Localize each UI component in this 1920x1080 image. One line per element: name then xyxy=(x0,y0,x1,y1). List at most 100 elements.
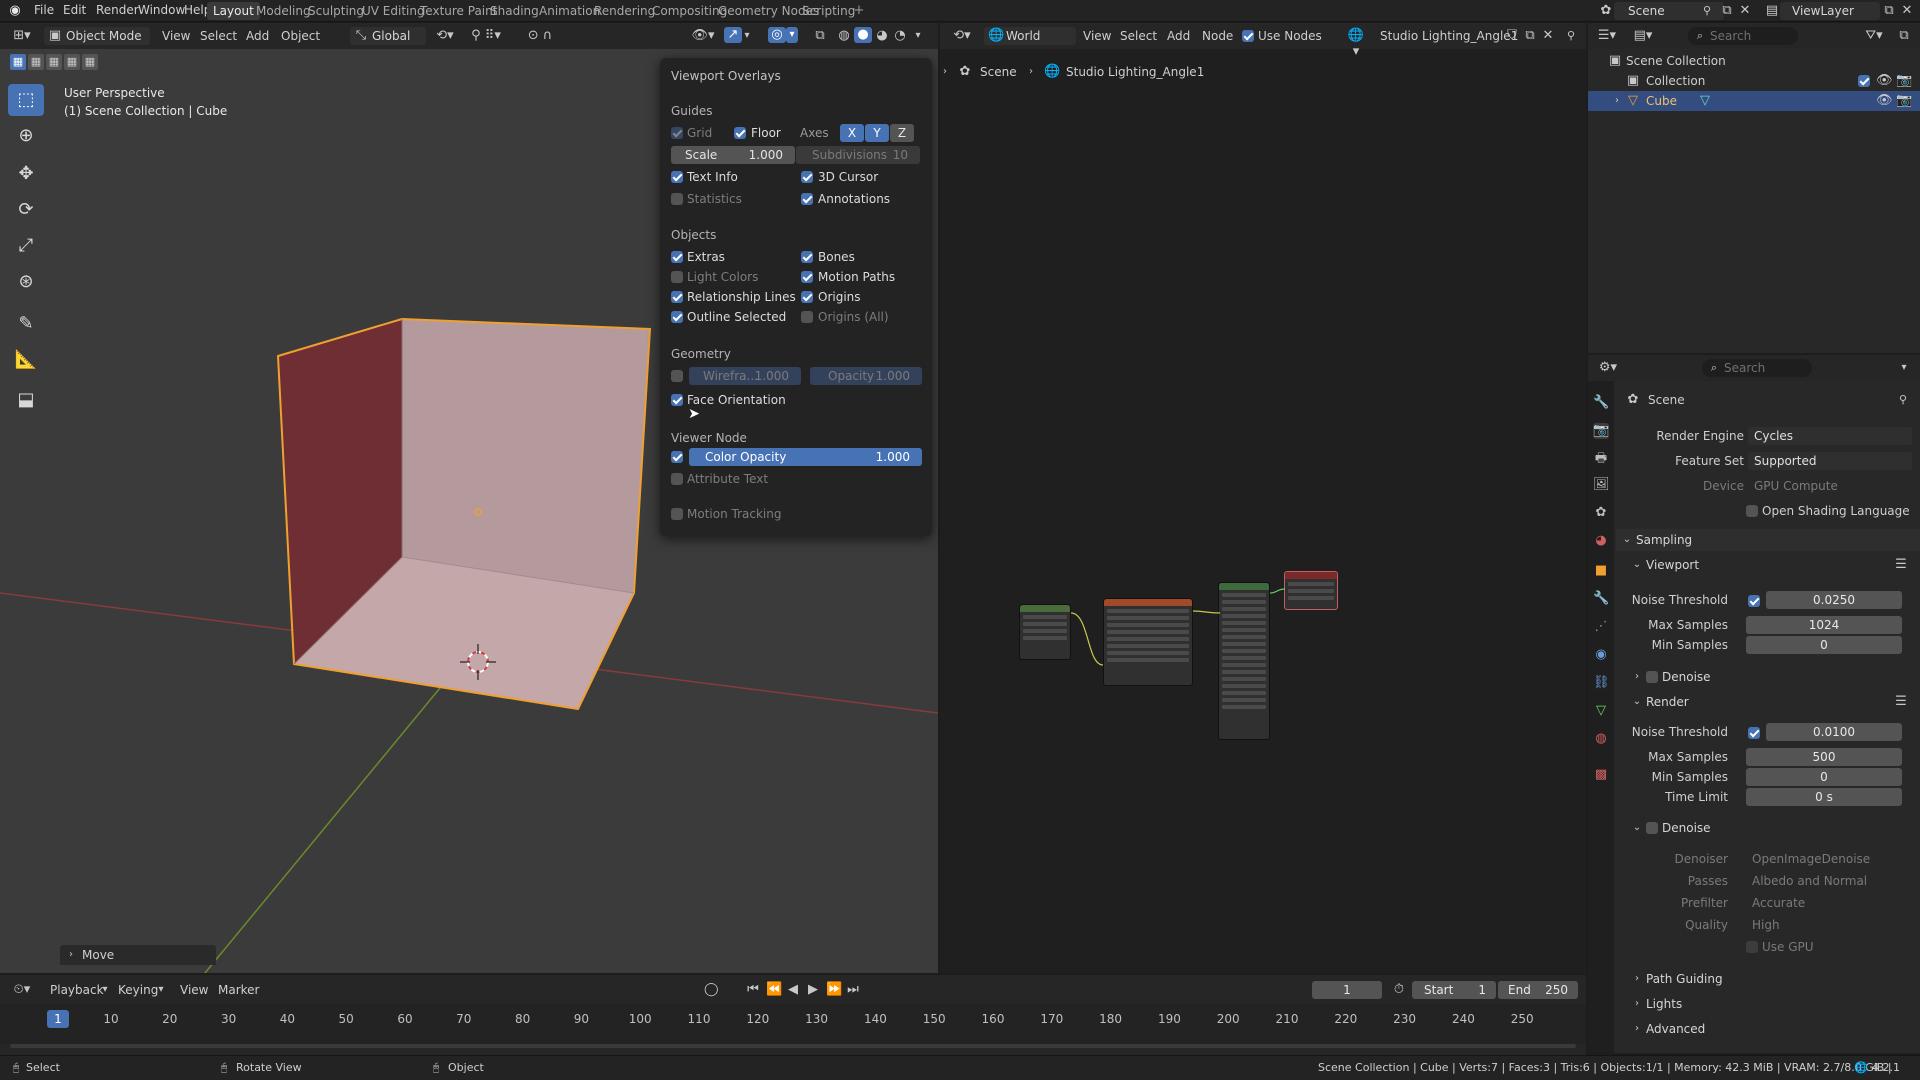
relationship-lines-checkbox[interactable] xyxy=(671,291,683,303)
viewport-presets-icon[interactable]: ☰ xyxy=(1894,557,1908,573)
snap-icon[interactable]: ⚲ ⠿▾ xyxy=(466,28,506,44)
duplicate-world-icon[interactable]: ⧉ xyxy=(1523,28,1537,44)
pivot-icon[interactable]: ⟲▾ xyxy=(432,28,458,44)
gizmo-dropdown-icon[interactable]: ▾ xyxy=(742,28,752,44)
bones-checkbox[interactable] xyxy=(801,251,813,263)
add-cube-tool-icon[interactable]: ⬓ xyxy=(8,384,44,416)
passes-dropdown[interactable]: Albedo and Normal xyxy=(1746,872,1910,890)
solid-shading-icon[interactable]: ● xyxy=(854,27,872,43)
current-frame-field[interactable]: 1 xyxy=(1312,981,1382,999)
world-name-field[interactable]: Studio Lighting_Angle1 xyxy=(1380,29,1518,43)
sidebar-toggle-icon[interactable]: › xyxy=(940,64,950,80)
r-denoise-checkbox[interactable] xyxy=(1646,822,1658,834)
timeline-type-icon[interactable]: ⏲▾ xyxy=(10,982,34,998)
viewport-menu-object[interactable]: Object xyxy=(281,29,320,43)
visibility-icon[interactable]: 👁▾ xyxy=(690,28,716,44)
properties-search[interactable]: ⌕ Search xyxy=(1702,359,1812,377)
select-new-icon[interactable]: ▦ xyxy=(10,54,26,70)
viewport-menu-select[interactable]: Select xyxy=(200,29,237,43)
wireframe-shading-icon[interactable]: ◍ xyxy=(836,28,852,44)
timeline-menu-playback[interactable]: Playback xyxy=(50,983,104,997)
menu-edit[interactable]: Edit xyxy=(63,3,86,17)
proportional-edit-icon[interactable]: ⊙ ∩ xyxy=(520,28,560,44)
play-icon[interactable]: ▶ xyxy=(806,982,820,998)
unlink-world-icon[interactable]: ✕ xyxy=(1541,28,1555,44)
move-tool-icon[interactable]: ✥ xyxy=(8,158,44,190)
node-editor-type-icon[interactable]: ⟲▾ xyxy=(950,28,974,44)
selection-mode-buttons[interactable]: ▦ ▦ ▦ ▦ ▦ xyxy=(10,54,100,70)
menu-window[interactable]: Window xyxy=(138,3,185,17)
annotations-checkbox[interactable] xyxy=(801,193,813,205)
jump-start-icon[interactable]: ⏮ xyxy=(746,982,760,998)
text-info-checkbox[interactable] xyxy=(671,171,683,183)
texture-tab-icon[interactable]: ▩ xyxy=(1593,767,1609,783)
timeline-menu-keying[interactable]: Keying xyxy=(118,983,158,997)
material-shading-icon[interactable]: ◕ xyxy=(874,28,890,44)
collection-exclude-checkbox[interactable] xyxy=(1858,75,1870,87)
device-dropdown[interactable]: GPU Compute xyxy=(1748,477,1912,495)
next-keyframe-icon[interactable]: ⏩ xyxy=(826,982,842,998)
osl-checkbox[interactable] xyxy=(1746,505,1758,517)
vp-min-samples-field[interactable]: 0 xyxy=(1746,636,1902,654)
origins-checkbox[interactable] xyxy=(801,291,813,303)
feature-set-dropdown[interactable]: Supported xyxy=(1748,452,1912,470)
grid-checkbox[interactable] xyxy=(671,127,683,139)
wireframe-field[interactable]: Wirefra... 1.000 xyxy=(689,367,801,385)
outliner-row-scene-collection[interactable]: ▣ Scene Collection xyxy=(1588,51,1920,71)
annotate-tool-icon[interactable]: ✎ xyxy=(8,308,44,340)
outliner-search[interactable]: ⌕ Search xyxy=(1688,27,1798,45)
vp-noise-threshold-checkbox[interactable] xyxy=(1748,595,1760,607)
lights-subpanel[interactable]: › Lights xyxy=(1628,993,1914,1015)
viewport-menu-view[interactable]: View xyxy=(162,29,190,43)
floor-checkbox[interactable] xyxy=(734,127,746,139)
delete-view-layer-icon[interactable]: ✕ xyxy=(1900,3,1914,19)
denoiser-dropdown[interactable]: OpenImageDenoise xyxy=(1746,850,1910,868)
timeline-scrollbar[interactable] xyxy=(10,1044,1576,1048)
collection-render-icon[interactable]: 📷 xyxy=(1896,73,1912,89)
object-tab-icon[interactable]: ■ xyxy=(1593,563,1609,579)
new-scene-icon[interactable]: ⧉ xyxy=(1720,3,1734,19)
scale-field[interactable]: Scale 1.000 xyxy=(671,146,795,164)
world-tab-icon[interactable]: ◕ xyxy=(1593,533,1609,549)
viewer-node-checkbox[interactable] xyxy=(671,451,683,463)
add-workspace-icon[interactable]: + xyxy=(852,3,866,19)
outliner-type-icon[interactable]: ☰▾ xyxy=(1596,28,1618,44)
menu-file[interactable]: File xyxy=(34,3,54,17)
transform-tool-icon[interactable]: ⊛ xyxy=(8,266,44,298)
select-invert-icon[interactable]: ▦ xyxy=(64,54,80,70)
jump-end-icon[interactable]: ⏭ xyxy=(846,982,860,998)
render-presets-icon[interactable]: ☰ xyxy=(1894,694,1908,710)
physics-tab-icon[interactable]: ◉ xyxy=(1593,647,1609,663)
shading-dropdown-icon[interactable]: ▾ xyxy=(912,28,924,44)
origins-all-checkbox[interactable] xyxy=(801,311,813,323)
vp-denoise-subpanel-header[interactable]: › Denoise xyxy=(1628,666,1914,688)
select-subtract-icon[interactable]: ▦ xyxy=(46,54,62,70)
motion-tracking-checkbox[interactable] xyxy=(671,508,683,520)
modifier-tab-icon[interactable]: 🔧 xyxy=(1593,591,1609,607)
tool-tab-icon[interactable]: 🔧 xyxy=(1593,395,1609,411)
3d-cursor-checkbox[interactable] xyxy=(801,171,813,183)
r-noise-threshold-checkbox[interactable] xyxy=(1748,727,1760,739)
timeline-menu-view[interactable]: View xyxy=(180,983,208,997)
context-pin-icon[interactable]: ⚲ xyxy=(1896,392,1910,408)
preview-range-icon[interactable]: ⏱ xyxy=(1392,982,1406,998)
end-frame-field[interactable]: End 250 xyxy=(1498,981,1578,999)
render-tab-icon[interactable]: 📷 xyxy=(1593,423,1609,439)
last-operator-panel[interactable]: › Move xyxy=(60,945,216,965)
statistics-checkbox[interactable] xyxy=(671,193,683,205)
new-collection-icon[interactable]: ⧉ xyxy=(1896,28,1912,44)
viewport-menu-add[interactable]: Add xyxy=(246,29,269,43)
pin-node-icon[interactable]: ⚲ xyxy=(1564,28,1578,44)
scene-tab-icon[interactable]: ✿ xyxy=(1593,505,1609,521)
material-tab-icon[interactable]: ◍ xyxy=(1593,731,1609,747)
face-orientation-checkbox[interactable] xyxy=(671,394,683,406)
cube-visibility-icon[interactable]: 👁 xyxy=(1876,93,1893,109)
quality-dropdown[interactable]: High xyxy=(1746,916,1910,934)
menu-render[interactable]: Render xyxy=(96,3,139,17)
r-min-samples-field[interactable]: 0 xyxy=(1746,768,1902,786)
new-view-layer-icon[interactable]: ⧉ xyxy=(1882,3,1896,19)
opacity-field[interactable]: Opacity 1.000 xyxy=(810,367,922,385)
viewport-subpanel-header[interactable]: ⌄ Viewport ☰ xyxy=(1628,554,1914,576)
node-menu-add[interactable]: Add xyxy=(1167,29,1190,43)
advanced-subpanel[interactable]: › Advanced xyxy=(1628,1018,1914,1040)
